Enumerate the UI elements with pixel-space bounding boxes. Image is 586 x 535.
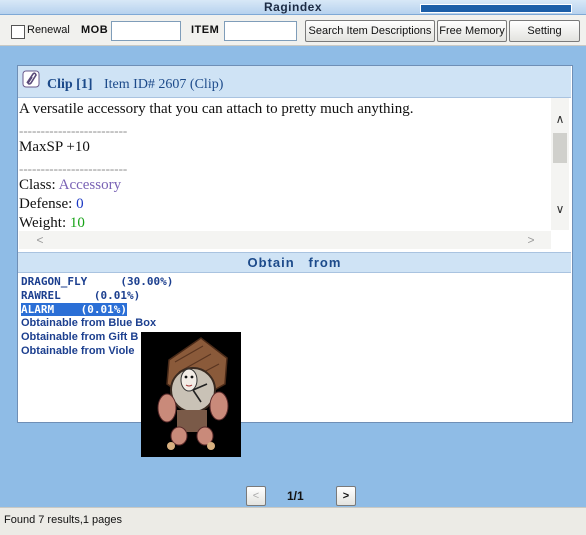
separator-line: ------------------------- [19,161,128,176]
previous-page-button[interactable]: < [246,486,266,506]
page-indicator: 1/1 [287,489,304,503]
obtain-source-row[interactable]: Obtainable from Viole [21,345,135,357]
scroll-right-icon[interactable]: > [522,233,540,247]
defense-label: Defense: [19,196,73,212]
obtain-source-row[interactable]: Obtainable from Blue Box [21,317,156,329]
renewal-label: Renewal [27,24,70,36]
drop-monster-name: DRAGON_FLY [21,275,88,288]
item-header [18,66,571,98]
class-value: Accessory [58,177,122,193]
separator-line: ------------------------- [19,123,128,138]
drop-row-rawrel[interactable]: RAWREL (0.01%) [21,289,140,302]
clip-item-icon [22,70,40,88]
title-progress-bar [420,4,572,13]
item-label: ITEM [191,24,220,36]
drop-rate: (0.01%) [93,289,141,302]
mob-label: MOB [81,24,109,36]
weight-value: 10 [69,215,85,231]
status-text: Found 7 results,1 pages [4,514,123,526]
renewal-checkbox[interactable] [11,25,25,39]
obtain-source-row[interactable]: Obtainable from Gift B [21,331,138,343]
item-bonus: MaxSP +10 [19,139,90,155]
drop-row-dragon-fly[interactable]: DRAGON_FLY (30.00%) [21,275,173,288]
item-title: Clip [1] [47,77,93,92]
item-id: Item ID# 2607 (Clip) [104,77,224,92]
drop-monster-name: ALARM [21,303,55,316]
defense-value: 0 [76,196,84,212]
scroll-up-icon[interactable]: ∧ [551,112,569,126]
search-item-descriptions-button[interactable]: Search Item Descriptions [305,20,435,42]
class-row: Class: Accessory [19,177,121,194]
scroll-down-icon[interactable]: ∨ [551,202,569,216]
scroll-left-icon[interactable]: < [31,233,49,247]
drop-row-alarm-selected[interactable]: ALARM (0.01%) [21,303,127,316]
class-label: Class: [19,177,56,193]
horizontal-scrollbar[interactable] [19,231,551,249]
drop-rate: (0.01%) [80,303,127,316]
free-memory-button[interactable]: Free Memory [437,20,507,42]
monster-preview-image [141,332,241,457]
defense-row: Defense: 0 [19,196,84,213]
drop-rate: (30.00%) [120,275,174,288]
weight-label: Weight: [19,215,67,231]
obtain-from-heading: Obtain from [247,255,342,270]
weight-row: Weight: 10 [19,215,85,232]
item-description: A versatile accessory that you can attac… [19,101,414,117]
mob-search-input[interactable] [111,21,181,41]
item-search-input[interactable] [224,21,297,41]
next-page-button[interactable]: > [336,486,356,506]
drop-monster-name: RAWREL [21,289,61,302]
setting-button[interactable]: Setting [509,20,580,42]
vertical-scroll-thumb[interactable] [553,133,567,163]
